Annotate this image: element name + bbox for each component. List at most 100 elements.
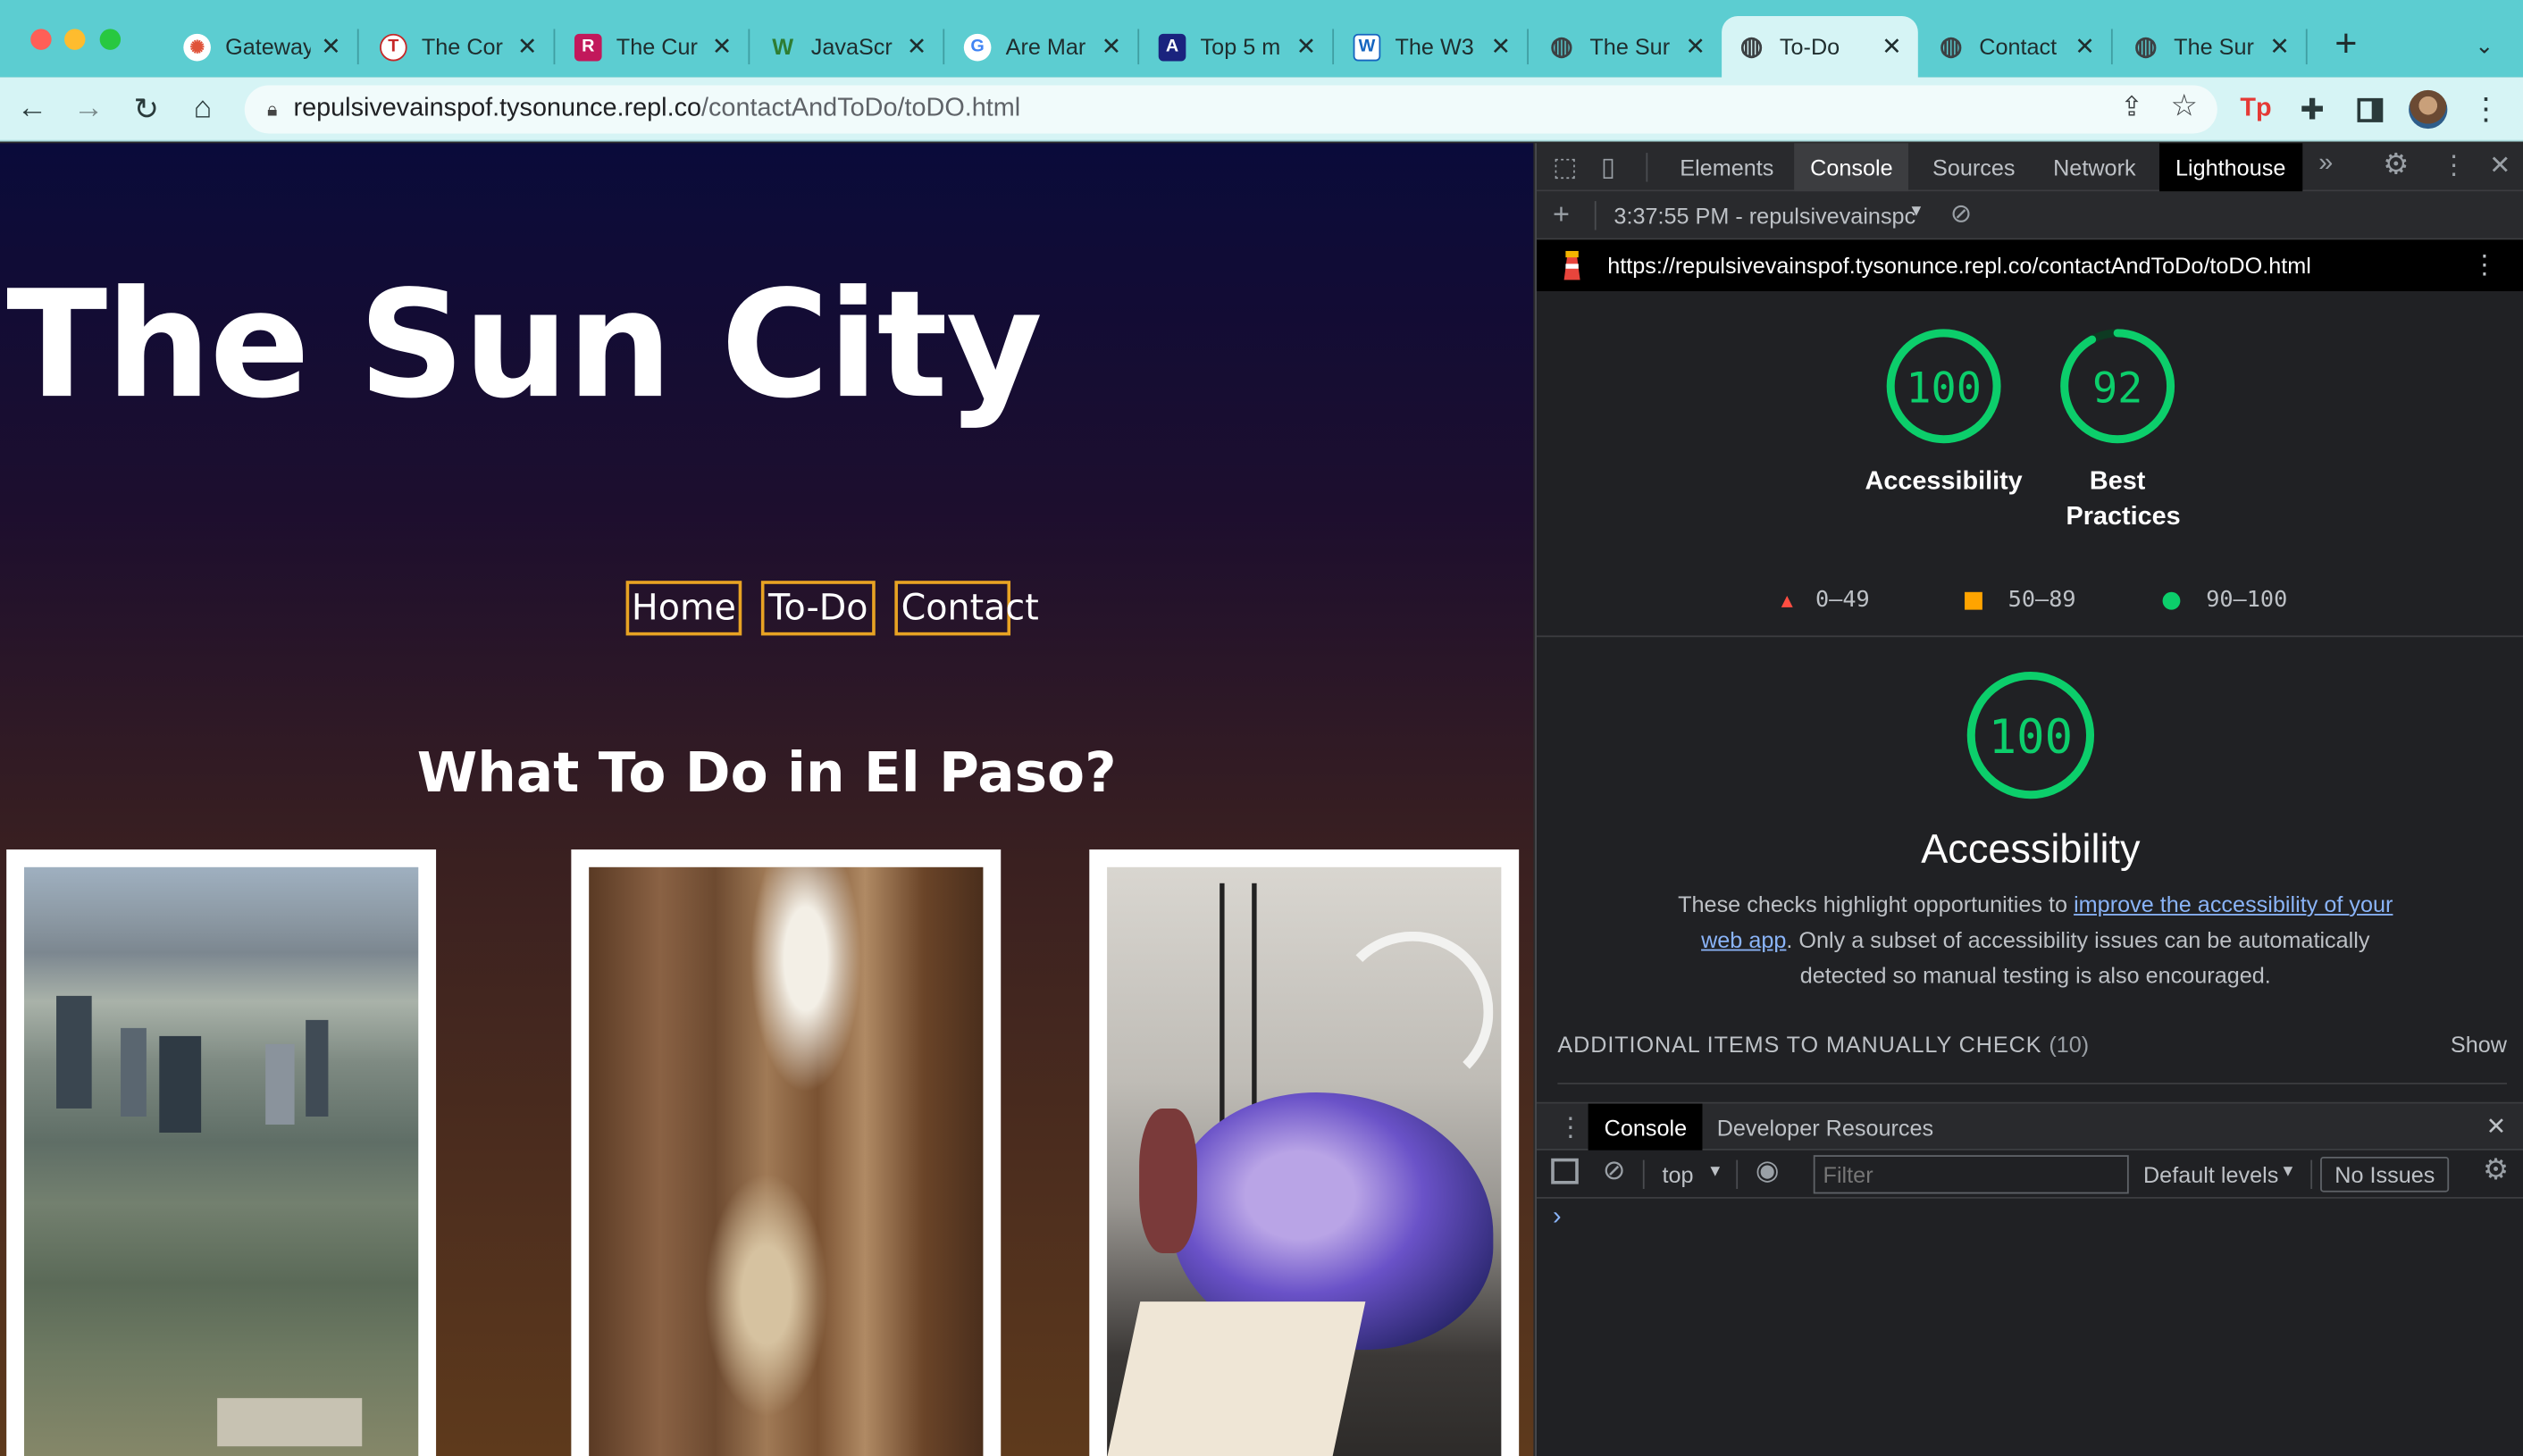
browser-tab[interactable]: W The W3 ✕ <box>1337 16 1528 77</box>
close-tab-icon[interactable]: ✕ <box>321 32 341 62</box>
dropdown-arrow-icon[interactable]: ▼ <box>1908 203 1924 221</box>
close-drawer-icon[interactable]: ✕ <box>2486 1112 2507 1141</box>
close-tab-icon[interactable]: ✕ <box>1491 32 1512 62</box>
city-skyline-image <box>24 866 419 1456</box>
new-tab-icon[interactable]: + <box>2326 22 2365 66</box>
score-gauge-accessibility[interactable]: 100 Accessibility <box>1864 327 2024 501</box>
legend-pass: 90–100 <box>2162 587 2287 613</box>
lighthouse-report-bar: + 3:37:55 PM - repulsivevainspc ▼ ⊘ <box>1536 191 2523 240</box>
clear-reports-icon[interactable]: ⊘ <box>1950 198 1972 230</box>
browser-tab[interactable]: ◍ The Sur ✕ <box>2116 16 2306 77</box>
close-window-button[interactable] <box>30 29 52 50</box>
console-prompt[interactable]: › <box>1553 1203 1562 1232</box>
devtools-tab-network[interactable]: Network <box>2037 143 2152 191</box>
tab-title: Are Mar <box>1005 33 1086 60</box>
close-tab-icon[interactable]: ✕ <box>1102 32 1122 62</box>
home-icon[interactable]: ⌂ <box>183 90 222 129</box>
museum-sculpture-image <box>1105 866 1502 1456</box>
devtools-tab-bar: ⬚ ▯ Elements Console Sources Network Lig… <box>1536 143 2523 192</box>
log-levels-dropdown[interactable]: Default levels <box>2143 1161 2278 1187</box>
toolbar-divider <box>1594 201 1597 230</box>
tab-title: The Cor <box>421 33 503 60</box>
devtools-menu-icon[interactable]: ⋮ <box>2441 150 2467 182</box>
settings-gear-icon[interactable]: ⚙ <box>2383 148 2409 182</box>
browser-tab[interactable]: ◍ Contact ✕ <box>1921 16 2111 77</box>
live-expression-eye-icon[interactable]: ◉ <box>1756 1155 1780 1187</box>
address-bar[interactable]: 🔒︎ repulsivevainspof.tysonunce.repl.co/c… <box>244 85 2217 134</box>
browser-toolbar: ← → ↻ ⌂ 🔒︎ repulsivevainspof.tysonunce.r… <box>0 77 2523 142</box>
close-tab-icon[interactable]: ✕ <box>907 32 927 62</box>
sidebar-toggle-icon[interactable] <box>1551 1158 1579 1184</box>
context-selector[interactable]: top <box>1662 1161 1693 1187</box>
tab-search-chevron-icon[interactable]: ⌄ <box>2465 26 2503 64</box>
show-toggle[interactable]: Show <box>2451 1032 2507 1058</box>
browser-tab[interactable]: A Top 5 m ✕ <box>1143 16 1333 77</box>
issues-counter[interactable]: No Issues <box>2320 1156 2450 1192</box>
legend-label: 50–89 <box>2008 587 2076 614</box>
browser-menu-icon[interactable]: ⋮ <box>2467 90 2505 129</box>
new-report-plus-icon[interactable]: + <box>1553 198 1570 232</box>
profile-avatar[interactable] <box>2409 89 2448 130</box>
dropdown-arrow-icon[interactable]: ▼ <box>1707 1163 1723 1181</box>
nav-home-button[interactable]: Home <box>625 581 742 636</box>
console-filter-input[interactable] <box>1813 1155 2129 1194</box>
back-arrow-icon[interactable]: ← <box>13 90 51 129</box>
manual-checks-title: ADDITIONAL ITEMS TO MANUALLY CHECK <box>1557 1031 2042 1058</box>
close-devtools-icon[interactable]: ✕ <box>2489 150 2510 182</box>
drawer-tab-console[interactable]: Console <box>1588 1103 1704 1151</box>
category-score: 100 <box>1988 709 2074 765</box>
close-tab-icon[interactable]: ✕ <box>1685 32 1706 62</box>
inspect-element-icon[interactable]: ⬚ <box>1553 151 1577 183</box>
tab-favicon-icon: W <box>772 33 794 60</box>
dropdown-arrow-icon[interactable]: ▼ <box>2280 1163 2296 1181</box>
browser-tab[interactable]: G Are Mar ✕ <box>948 16 1138 77</box>
extension-tp-icon[interactable]: Tp <box>2236 90 2275 129</box>
score-label: Best Practices <box>2066 468 2181 531</box>
report-menu-icon[interactable]: ⋮ <box>2471 249 2497 281</box>
side-panel-icon[interactable] <box>2351 90 2389 129</box>
bookmark-star-icon[interactable]: ☆ <box>2170 88 2198 125</box>
browser-tab[interactable]: ◍ The Sur ✕ <box>1532 16 1723 77</box>
more-tabs-chevron-icon[interactable]: » <box>2318 150 2333 179</box>
tab-favicon-icon: ◍ <box>1550 33 1573 62</box>
forward-arrow-icon[interactable]: → <box>69 90 107 129</box>
devtools-tab-console[interactable]: Console <box>1794 143 1909 192</box>
close-tab-icon[interactable]: ✕ <box>1882 32 1902 62</box>
drawer-tab-developer-resources[interactable]: Developer Resources <box>1701 1104 1949 1151</box>
tab-favicon-icon: ◍ <box>2134 33 2158 62</box>
devtools-tab-sources[interactable]: Sources <box>1916 143 2032 191</box>
devtools-tab-elements[interactable]: Elements <box>1664 143 1790 191</box>
console-settings-gear-icon[interactable]: ⚙ <box>2483 1153 2509 1187</box>
tab-title: The Sur <box>2174 33 2254 60</box>
description-text: These checks highlight opportunities to <box>1678 891 2075 917</box>
manual-checks-header[interactable]: ADDITIONAL ITEMS TO MANUALLY CHECK (10) … <box>1557 1032 2507 1058</box>
close-tab-icon[interactable]: ✕ <box>2075 32 2095 62</box>
browser-tab-active[interactable]: ◍ To-Do ✕ <box>1722 16 1918 78</box>
toolbar-divider <box>1646 153 1648 182</box>
tab-divider <box>1137 29 1140 65</box>
triangle-icon: ▲ <box>1781 589 1793 612</box>
browser-tab[interactable]: R The Cur ✕ <box>558 16 749 77</box>
minimize-window-button[interactable] <box>64 29 86 50</box>
nav-contact-button[interactable]: Contact <box>894 581 1039 636</box>
close-tab-icon[interactable]: ✕ <box>1296 32 1317 62</box>
score-gauge-best-practices[interactable]: 92 Best Practices <box>2037 327 2198 536</box>
close-tab-icon[interactable]: ✕ <box>2269 32 2290 62</box>
zoom-window-button[interactable] <box>99 29 122 50</box>
share-icon[interactable]: ⇪ <box>2120 92 2143 124</box>
tab-title: Top 5 m <box>1200 33 1281 60</box>
toolbar-divider <box>1736 1159 1739 1190</box>
device-toolbar-icon[interactable]: ▯ <box>1601 151 1615 183</box>
clear-console-icon[interactable]: ⊘ <box>1603 1155 1626 1187</box>
browser-tab[interactable]: W JavaScr ✕ <box>753 16 943 77</box>
reload-icon[interactable]: ↻ <box>127 90 165 129</box>
browser-tab[interactable]: T The Cor ✕ <box>364 16 554 77</box>
nav-todo-button[interactable]: To-Do <box>760 581 876 636</box>
extensions-puzzle-icon[interactable]: ✚ <box>2292 90 2331 129</box>
close-tab-icon[interactable]: ✕ <box>712 32 733 62</box>
browser-tab[interactable]: ✺ Gateway ✕ <box>167 16 357 77</box>
devtools-tab-lighthouse[interactable]: Lighthouse <box>2158 143 2302 192</box>
report-selector[interactable]: 3:37:55 PM - repulsivevainspc <box>1614 203 1915 229</box>
drawer-menu-icon[interactable]: ⋮ <box>1557 1112 1583 1144</box>
close-tab-icon[interactable]: ✕ <box>517 32 538 62</box>
